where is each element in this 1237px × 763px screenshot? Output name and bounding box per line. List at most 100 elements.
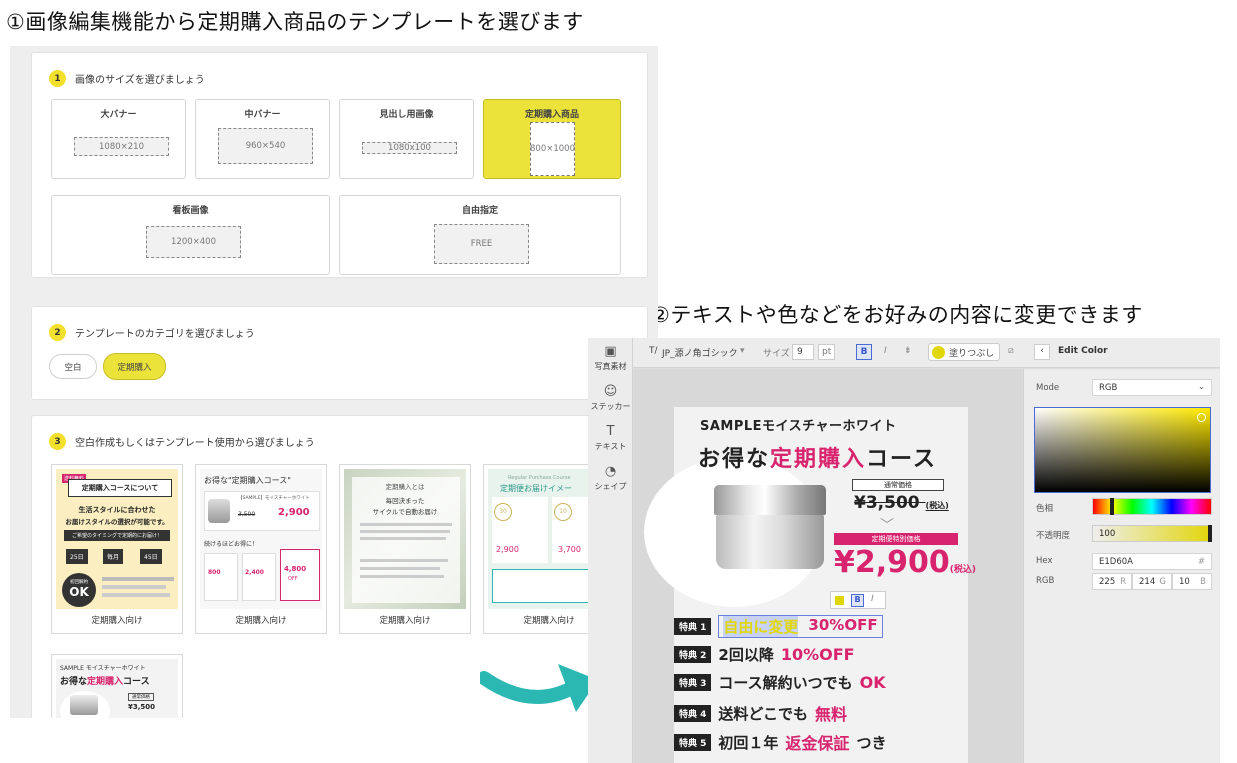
normal-price[interactable]: ¥3,500 [854, 493, 920, 513]
inline-format-bar: B I [830, 591, 886, 609]
step-number: 3 [49, 433, 66, 450]
g-label: G [1159, 577, 1166, 587]
fill-button[interactable]: 塗りつぶし [928, 343, 1001, 361]
perk-highlight: 30%OFF [808, 616, 878, 634]
size-input[interactable]: 9 [792, 344, 814, 360]
hue-slider[interactable] [1092, 498, 1212, 515]
tool-label: シェイプ [594, 482, 627, 491]
text-style-icon[interactable]: ⇟ [904, 346, 912, 356]
size-section: 1 画像のサイズを選びましょう 大バナー 1080×210 中バナー 960×5… [31, 52, 648, 278]
perk-row-4[interactable]: 特典 4 送料どこでも 無料 [674, 701, 847, 725]
image-icon: ▣ [604, 344, 617, 359]
size-label: 大バナー [100, 110, 137, 120]
hex-value: E1D60A [1099, 557, 1133, 567]
g-input[interactable]: 214 G [1132, 573, 1172, 590]
fill-label: 塗りつぶし [949, 349, 995, 359]
perk-row-1[interactable]: 特典 1 自由に変更 30%OFF [674, 615, 883, 638]
tool-text[interactable]: T テキスト [588, 424, 633, 452]
title-part: 定期購入 [87, 677, 124, 687]
perk-badge: 特典 1 [674, 618, 712, 635]
template-price: 2,400 [245, 569, 264, 576]
category-subscription[interactable]: 定期購入 [103, 353, 166, 380]
size-card-large-banner[interactable]: 大バナー 1080×210 [51, 99, 186, 179]
hex-input[interactable]: E1D60A # [1092, 553, 1212, 570]
perk-row-2[interactable]: 特典 2 2回以降 10%OFF [674, 644, 855, 665]
italic-button[interactable]: I [871, 594, 874, 604]
hue-label: 色相 [1036, 504, 1054, 514]
template-thumbnail: お得な"定期購入コース" 【SAMPLE】モイスチャーホワイト 3,500 2,… [200, 469, 322, 609]
product-jar-icon [208, 499, 230, 523]
tool-sticker[interactable]: ☺ ステッカー [588, 384, 633, 412]
perk-badge: 特典 2 [674, 646, 712, 663]
image-editor: T/ JP_源ノ角ゴシック ▾ サイズ 9 pt B I ⇟ 塗りつぶし ⧄ ‹… [588, 338, 1220, 763]
step2-heading: ②テキストや色などをお好みの内容に変更できます [651, 303, 1143, 327]
color-saturation-picker[interactable] [1034, 407, 1211, 493]
text-icon: T [606, 424, 615, 439]
perk-row-5[interactable]: 特典 5 初回１年 返金保証 つき [674, 730, 886, 754]
size-card-medium-banner[interactable]: 中バナー 960×540 [195, 99, 330, 179]
template-price: 3,700 [558, 545, 581, 554]
template-price-label: 通常価格 [128, 693, 154, 701]
opacity-value: 100 [1099, 529, 1116, 539]
template-card-1[interactable]: 送料無料 定期購入コースについて 生活スタイルに合わせた お届けスタイルの選択が… [51, 464, 183, 634]
color-swatch[interactable] [835, 596, 844, 605]
template-selector-panel: 1 画像のサイズを選びましょう 大バナー 1080×210 中バナー 960×5… [10, 46, 658, 718]
r-input[interactable]: 225 R [1092, 573, 1132, 590]
rgb-label: RGB [1036, 576, 1055, 586]
normal-price-label: 通常価格 [852, 479, 944, 491]
size-label: 定期購入商品 [524, 110, 579, 120]
unit-select[interactable]: pt [818, 344, 836, 360]
step-number: 2 [49, 324, 66, 341]
size-card-free[interactable]: 自由指定 FREE [339, 195, 621, 275]
back-button[interactable]: ‹ [1034, 344, 1050, 360]
template-circle: 10 [554, 503, 572, 521]
headline[interactable]: お得な定期購入コース [698, 441, 937, 473]
special-price[interactable]: ¥2,900 [834, 545, 950, 580]
step-number: 1 [49, 70, 66, 87]
no-fill-icon[interactable]: ⧄ [1008, 346, 1014, 356]
sticker-icon: ☺ [603, 384, 618, 399]
section-title: 画像のサイズを選びましょう [75, 75, 205, 86]
brand-text[interactable]: SAMPLEモイスチャーホワイト [700, 415, 897, 434]
template-title: 定期便お届けイメー [500, 484, 572, 493]
r-label: R [1120, 577, 1126, 587]
mode-label: Mode [1036, 383, 1060, 393]
template-text: 生活スタイルに合わせた [78, 506, 156, 514]
bold-button[interactable]: B [856, 344, 872, 360]
opacity-slider[interactable]: 100 [1092, 525, 1212, 542]
template-card-5[interactable]: SAMPLE モイスチャーホワイト お得な定期購入コース 通常価格 ¥3,500 [51, 654, 183, 718]
template-off: OFF [288, 576, 298, 582]
template-subtitle: Regular Purchase Course [508, 475, 571, 481]
selected-text-box[interactable]: 自由に変更 30%OFF [718, 615, 883, 638]
opacity-handle[interactable] [1208, 525, 1212, 542]
template-text: サイクルで自動お届け [372, 508, 438, 516]
hue-handle[interactable] [1110, 498, 1114, 515]
picker-handle[interactable] [1197, 413, 1206, 422]
ok-badge-text: OK [69, 585, 89, 599]
editor-canvas[interactable]: SAMPLEモイスチャーホワイト お得な定期購入コース 通常価格 ¥3,500 … [634, 369, 1022, 763]
perk-text: 自由に変更 [723, 616, 799, 637]
mode-select[interactable]: RGB ⌄ [1092, 379, 1212, 396]
italic-button[interactable]: I [884, 346, 887, 356]
category-blank[interactable]: 空白 [49, 354, 97, 379]
template-card-3[interactable]: 定期購入とは 毎回決まった サイクルで自動お届け 定期購入向け [339, 464, 471, 634]
shape-icon: ◔ [604, 464, 617, 479]
bold-button[interactable]: B [851, 594, 864, 607]
chevron-down-icon: ▾ [740, 346, 745, 356]
headline-part: コース [866, 447, 937, 472]
edit-color-panel: Mode RGB ⌄ 色相 不透明度 100 Hex E1D60A # RGB … [1023, 369, 1220, 763]
size-label: 看板画像 [172, 206, 209, 216]
perk-badge: 特典 3 [674, 674, 712, 691]
template-text: 毎回決まった [385, 497, 425, 505]
tool-photo[interactable]: ▣ 写真素材 [588, 344, 633, 372]
size-card-subscription-product[interactable]: 定期購入商品 800×1000 [483, 99, 621, 179]
template-card-2[interactable]: お得な"定期購入コース" 【SAMPLE】モイスチャーホワイト 3,500 2,… [195, 464, 327, 634]
perk-row-3[interactable]: 特典 3 コース解約いつでも OK [674, 672, 886, 693]
size-card-heading-image[interactable]: 見出し用画像 1080x100 [339, 99, 474, 179]
size-card-signboard[interactable]: 看板画像 1200×400 [51, 195, 330, 275]
b-input[interactable]: 10 B [1172, 573, 1212, 590]
template-thumbnail: SAMPLE モイスチャーホワイト お得な定期購入コース 通常価格 ¥3,500 [56, 659, 178, 718]
tool-shape[interactable]: ◔ シェイプ [588, 464, 633, 492]
font-select[interactable]: JP_源ノ角ゴシック [662, 346, 738, 359]
size-preview: FREE [434, 224, 529, 264]
